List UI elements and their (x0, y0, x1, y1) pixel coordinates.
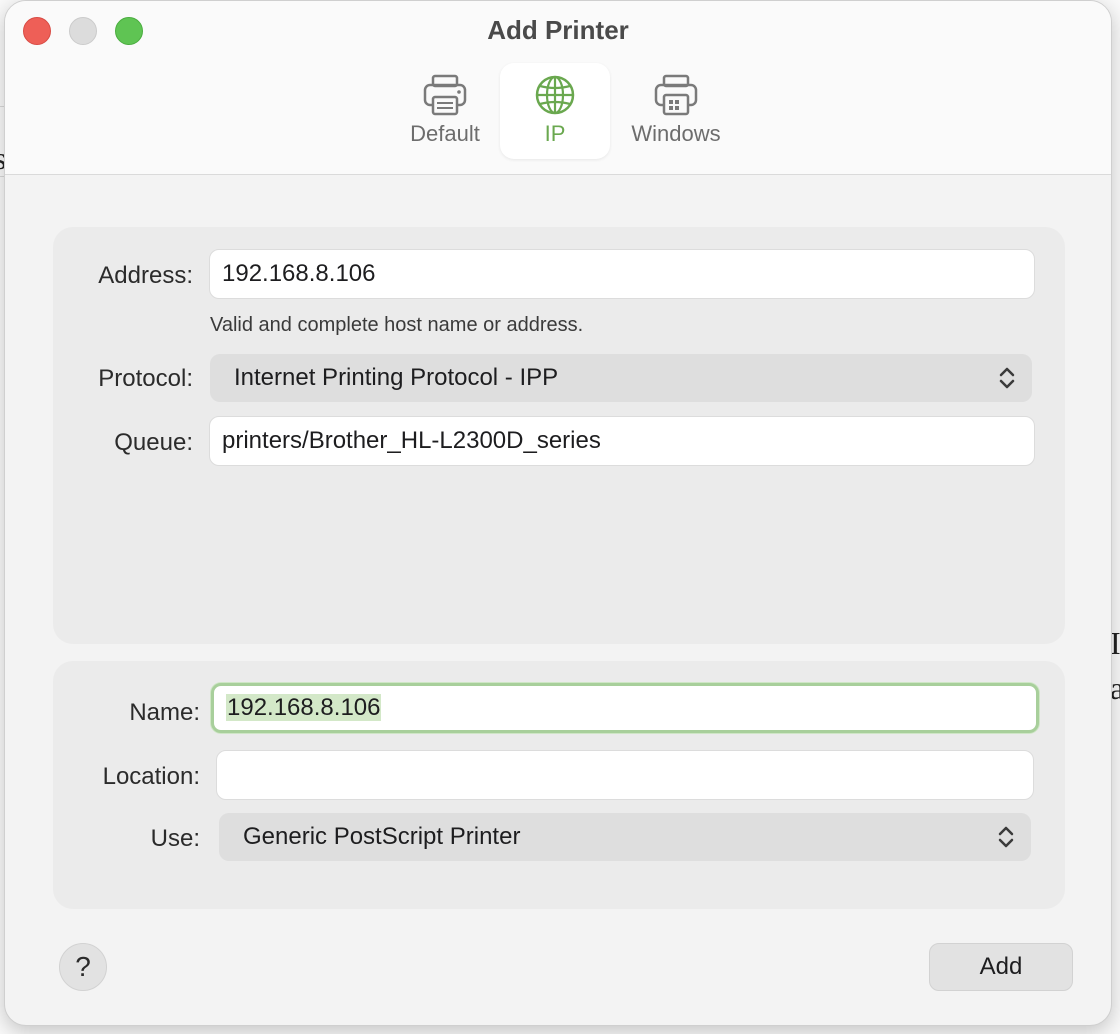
tab-default-label: Default (410, 121, 480, 146)
name-field[interactable]: 192.168.8.106 (211, 683, 1039, 733)
help-button[interactable]: ? (59, 943, 107, 991)
protocol-value: Internet Printing Protocol - IPP (234, 364, 559, 391)
use-popup[interactable]: Generic PostScript Printer (219, 813, 1031, 861)
windows-printer-icon (654, 74, 698, 116)
location-label: Location: (102, 763, 200, 790)
chevron-up-down-icon (999, 367, 1015, 389)
add-button[interactable]: Add (929, 943, 1073, 991)
address-hint: Valid and complete host name or address. (210, 314, 584, 336)
use-label: Use: (150, 825, 200, 852)
tab-windows-label: Windows (631, 121, 721, 146)
use-value: Generic PostScript Printer (243, 823, 521, 850)
chevron-up-down-icon (998, 826, 1014, 848)
name-label: Name: (129, 699, 200, 726)
queue-field[interactable]: printers/Brother_HL-L2300D_series (209, 416, 1035, 466)
address-label: Address: (98, 262, 193, 289)
add-printer-window: Add Printer Default IP Windows Address: … (4, 0, 1112, 1026)
address-field[interactable]: 192.168.8.106 (209, 249, 1035, 299)
globe-icon (535, 75, 575, 115)
printer-icon (423, 74, 467, 116)
tab-ip-label: IP (544, 121, 566, 146)
tab-windows[interactable]: Windows (617, 63, 735, 159)
protocol-label: Protocol: (98, 365, 193, 392)
location-field[interactable] (216, 750, 1034, 800)
name-field-selected-text: 192.168.8.106 (226, 694, 382, 721)
protocol-popup[interactable]: Internet Printing Protocol - IPP (210, 354, 1032, 402)
toolbar: Add Printer Default IP Windows (5, 1, 1111, 175)
queue-label: Queue: (114, 429, 193, 456)
window-title: Add Printer (487, 15, 629, 45)
tab-default[interactable]: Default (397, 63, 493, 159)
tab-ip[interactable]: IP (500, 63, 610, 159)
